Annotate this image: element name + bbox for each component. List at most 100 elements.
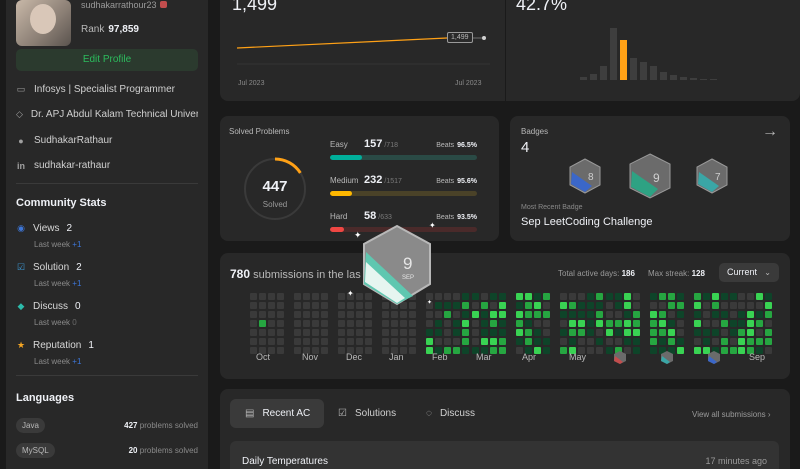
heatmap-cell[interactable] [633,293,640,300]
heatmap-cell[interactable] [756,320,763,327]
year-select[interactable]: Current ⌄ [719,263,779,282]
heatmap-cell[interactable] [294,347,301,354]
heatmap-cell[interactable] [338,293,345,300]
heatmap-cell[interactable] [409,347,416,354]
heatmap-cell[interactable] [606,293,613,300]
heatmap-cell[interactable] [615,329,622,336]
heatmap-cell[interactable] [250,338,257,345]
heatmap-cell[interactable] [534,293,541,300]
heatmap-cell[interactable] [516,293,523,300]
heatmap-cell[interactable] [569,338,576,345]
heatmap-cell[interactable] [453,293,460,300]
heatmap-cell[interactable] [259,338,266,345]
heatmap-cell[interactable] [338,320,345,327]
heatmap-cell[interactable] [543,320,550,327]
heatmap-cell[interactable] [356,329,363,336]
heatmap-cell[interactable] [668,329,675,336]
heatmap-cell[interactable] [250,293,257,300]
heatmap-cell[interactable] [712,329,719,336]
heatmap-cell[interactable] [606,311,613,318]
github-row[interactable]: ● SudhakarRathaur [16,135,198,146]
heatmap-cell[interactable] [268,293,275,300]
heatmap-cell[interactable] [268,338,275,345]
heatmap-cell[interactable] [499,293,506,300]
heatmap-cell[interactable] [677,311,684,318]
heatmap-cell[interactable] [543,329,550,336]
heatmap-cell[interactable] [462,293,469,300]
heatmap-cell[interactable] [703,338,710,345]
heatmap-cell[interactable] [596,302,603,309]
heatmap-cell[interactable] [534,329,541,336]
heatmap-cell[interactable] [668,320,675,327]
badge-aug[interactable]: 8 [568,158,602,194]
heatmap-cell[interactable] [578,320,585,327]
heatmap-cell[interactable] [712,338,719,345]
heatmap-cell[interactable] [738,320,745,327]
heatmap-cell[interactable] [259,329,266,336]
heatmap-cell[interactable] [481,320,488,327]
heatmap-cell[interactable] [391,320,398,327]
arrow-right-icon[interactable]: → [762,123,778,141]
heatmap-cell[interactable] [596,347,603,354]
heatmap-cell[interactable] [694,329,701,336]
heatmap-cell[interactable] [525,338,532,345]
heatmap-cell[interactable] [730,347,737,354]
heatmap-cell[interactable] [453,302,460,309]
heatmap-cell[interactable] [453,311,460,318]
edit-profile-button[interactable]: Edit Profile [16,49,198,71]
heatmap-cell[interactable] [756,338,763,345]
heatmap-cell[interactable] [462,311,469,318]
heatmap-cell[interactable] [321,320,328,327]
heatmap-cell[interactable] [747,338,754,345]
heatmap-cell[interactable] [569,320,576,327]
heatmap-cell[interactable] [569,329,576,336]
heatmap-cell[interactable] [435,320,442,327]
heatmap-cell[interactable] [596,329,603,336]
heatmap-cell[interactable] [259,302,266,309]
heatmap-cell[interactable] [578,338,585,345]
heatmap-cell[interactable] [650,329,657,336]
heatmap-cell[interactable] [435,329,442,336]
heatmap-cell[interactable] [490,320,497,327]
heatmap-cell[interactable] [650,293,657,300]
heatmap-cell[interactable] [560,293,567,300]
heatmap-cell[interactable] [650,320,657,327]
heatmap-cell[interactable] [765,311,772,318]
heatmap-cell[interactable] [347,320,354,327]
heatmap-cell[interactable] [462,302,469,309]
heatmap-cell[interactable] [738,293,745,300]
heatmap-cell[interactable] [382,338,389,345]
heatmap-cell[interactable] [624,320,631,327]
heatmap-cell[interactable] [712,311,719,318]
heatmap-cell[interactable] [730,338,737,345]
heatmap-cell[interactable] [534,311,541,318]
heatmap-cell[interactable] [268,329,275,336]
heatmap-cell[interactable] [472,320,479,327]
heatmap-cell[interactable] [659,338,666,345]
view-all-submissions-link[interactable]: View all submissions › [692,410,771,419]
heatmap-cell[interactable] [721,293,728,300]
heatmap-cell[interactable] [303,329,310,336]
heatmap-cell[interactable] [712,302,719,309]
heatmap-cell[interactable] [633,347,640,354]
heatmap-cell[interactable] [677,338,684,345]
heatmap-cell[interactable] [365,338,372,345]
heatmap-cell[interactable] [721,311,728,318]
heatmap-cell[interactable] [321,338,328,345]
heatmap-cell[interactable] [409,320,416,327]
heatmap-cell[interactable] [747,329,754,336]
heatmap-cell[interactable] [250,302,257,309]
heatmap-cell[interactable] [650,302,657,309]
heatmap-cell[interactable] [303,338,310,345]
heatmap-cell[interactable] [738,338,745,345]
heatmap-cell[interactable] [668,302,675,309]
tab-solutions[interactable]: ☑ Solutions [338,408,396,419]
heatmap-cell[interactable] [587,293,594,300]
heatmap-cell[interactable] [453,338,460,345]
heatmap-cell[interactable] [499,311,506,318]
heatmap-cell[interactable] [650,338,657,345]
heatmap-cell[interactable] [268,311,275,318]
heatmap-cell[interactable] [694,293,701,300]
heatmap-cell[interactable] [382,347,389,354]
heatmap-cell[interactable] [569,311,576,318]
